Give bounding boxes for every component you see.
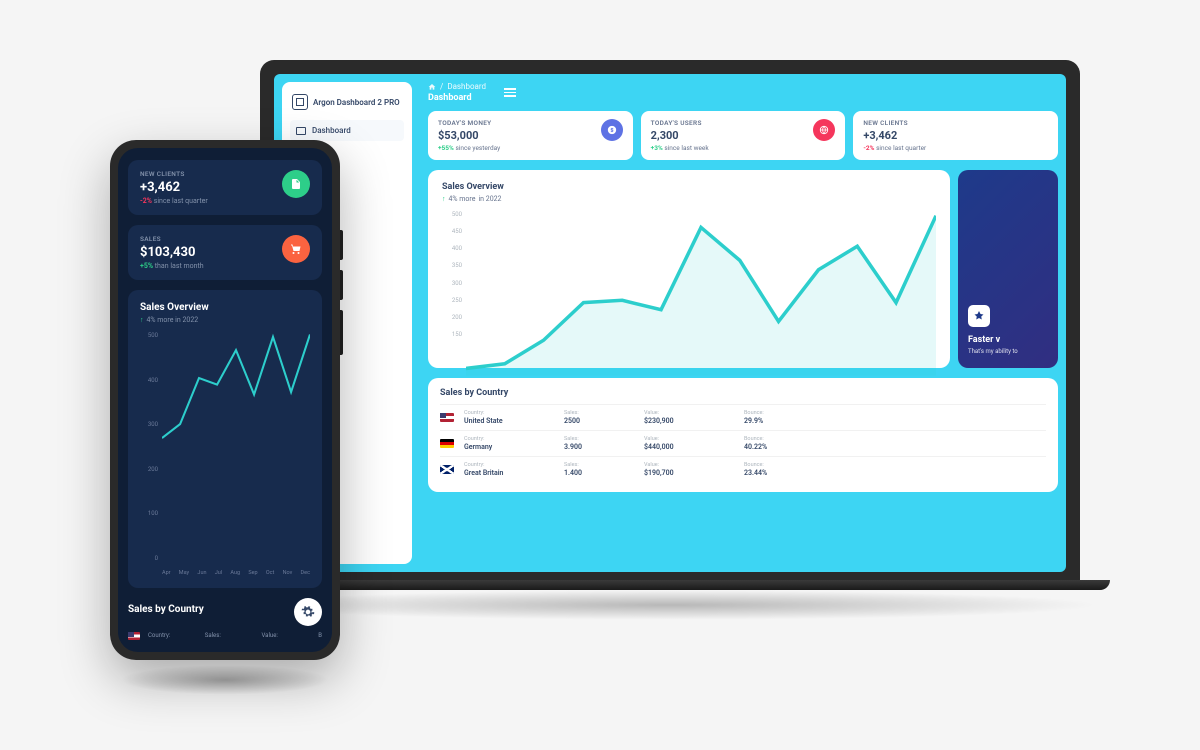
- stat-label: SALES: [140, 235, 204, 243]
- flag-icon-de: [440, 439, 454, 448]
- phone-body: NEW CLIENTS +3,462 -2% since last quarte…: [110, 140, 340, 660]
- y-axis-ticks: 500450400350300250200150: [442, 211, 462, 338]
- page-title: Dashboard: [428, 93, 486, 103]
- breadcrumb: / Dashboard Dashboard: [428, 82, 486, 103]
- rocket-icon: [968, 305, 990, 327]
- sales-by-country-table: Sales by Country Country:United State Sa…: [428, 378, 1058, 492]
- globe-icon: [813, 119, 835, 141]
- cart-icon: [282, 235, 310, 263]
- money-icon: [601, 119, 623, 141]
- stat-card-sales[interactable]: SALES $103,430 +5% than last month: [128, 225, 322, 280]
- table-header: Country: Sales: Value: B: [128, 626, 322, 640]
- stat-value: $53,000: [438, 129, 500, 142]
- promo-title: Faster v: [968, 335, 1048, 345]
- laptop-shadow: [240, 590, 1100, 620]
- stat-value: +3,462: [863, 129, 926, 142]
- promo-text: That's my ability to: [968, 348, 1048, 356]
- stat-label: TODAY'S USERS: [651, 119, 709, 127]
- brand-icon: [292, 94, 308, 110]
- menu-toggle-icon[interactable]: [504, 86, 516, 99]
- stat-card-clients[interactable]: NEW CLIENTS +3,462 -2% since last quarte…: [128, 160, 322, 215]
- table-title: Sales by Country: [128, 604, 204, 615]
- stat-label: TODAY'S MONEY: [438, 119, 500, 127]
- stat-sub: +5% than last month: [140, 262, 204, 270]
- stat-sub: -2% since last quarter: [863, 144, 926, 152]
- flag-icon-us: [128, 632, 140, 640]
- app-window: Argon Dashboard 2 PRO Dashboard / Dashbo…: [274, 74, 1066, 572]
- phone-mockup: NEW CLIENTS +3,462 -2% since last quarte…: [110, 140, 340, 695]
- stat-sub: +3% since last week: [651, 144, 709, 152]
- flag-icon-gb: [440, 465, 454, 474]
- stat-sub: +55% since yesterday: [438, 144, 500, 152]
- main-content: / Dashboard Dashboard TODAY'S MONEY $53,…: [420, 74, 1066, 572]
- promo-card[interactable]: Faster v That's my ability to: [958, 170, 1058, 368]
- laptop-screen: Argon Dashboard 2 PRO Dashboard / Dashbo…: [260, 60, 1080, 580]
- table-row[interactable]: Country:United State Sales:2500 Value:$2…: [440, 404, 1046, 430]
- chart-canvas: 5004003002001000 AprMayJunJulAugSepOctNo…: [140, 332, 310, 576]
- stat-card-money[interactable]: TODAY'S MONEY $53,000 +55% since yesterd…: [428, 111, 633, 160]
- stat-cards: TODAY'S MONEY $53,000 +55% since yesterd…: [420, 111, 1066, 170]
- chart-subtitle: ↑ 4% more in 2022: [442, 195, 936, 203]
- monitor-icon: [296, 127, 306, 135]
- topbar: / Dashboard Dashboard: [420, 82, 1066, 111]
- phone-shadow: [120, 665, 330, 695]
- sales-by-country-section: Sales by Country Country: Sales: Value: …: [128, 598, 322, 640]
- gear-icon: [301, 605, 315, 619]
- table-row[interactable]: Country:Great Britain Sales:1.400 Value:…: [440, 456, 1046, 482]
- stat-value: 2,300: [651, 129, 709, 142]
- arrow-up-icon: ↑: [442, 195, 446, 203]
- document-icon: [282, 170, 310, 198]
- panel-row: Sales Overview ↑ 4% more in 2022 5004504…: [420, 170, 1066, 378]
- chart-line: [466, 211, 936, 376]
- sales-overview-chart: Sales Overview ↑ 4% more in 2022 5004003…: [128, 290, 322, 588]
- stat-value: $103,430: [140, 245, 204, 260]
- sales-overview-chart: Sales Overview ↑ 4% more in 2022 5004504…: [428, 170, 950, 368]
- laptop-mockup: Argon Dashboard 2 PRO Dashboard / Dashbo…: [260, 60, 1080, 620]
- sidebar-item-label: Dashboard: [312, 126, 351, 135]
- stat-label: NEW CLIENTS: [140, 170, 208, 178]
- stat-card-users[interactable]: TODAY'S USERS 2,300 +3% since last week: [641, 111, 846, 160]
- phone-button: [340, 230, 343, 260]
- breadcrumb-path: / Dashboard: [428, 82, 486, 91]
- chart-canvas: 500450400350300250200150: [442, 211, 936, 356]
- brand[interactable]: Argon Dashboard 2 PRO: [290, 90, 404, 120]
- chart-line: [162, 332, 310, 447]
- stat-value: +3,462: [140, 180, 208, 195]
- table-row[interactable]: Country:Germany Sales:3.900 Value:$440,0…: [440, 430, 1046, 456]
- table-title: Sales by Country: [440, 388, 1046, 398]
- stat-sub: -2% since last quarter: [140, 197, 208, 205]
- brand-text: Argon Dashboard 2 PRO: [313, 98, 400, 107]
- home-icon: [428, 83, 436, 91]
- laptop-base: [230, 580, 1110, 590]
- chart-subtitle: ↑ 4% more in 2022: [140, 316, 310, 324]
- chart-title: Sales Overview: [442, 182, 936, 192]
- phone-button: [340, 270, 343, 300]
- x-axis-ticks: AprMayJunJulAugSepOctNovDec: [162, 570, 310, 576]
- phone-button: [340, 310, 343, 355]
- phone-screen: NEW CLIENTS +3,462 -2% since last quarte…: [118, 148, 332, 652]
- chart-title: Sales Overview: [140, 302, 310, 313]
- flag-icon-us: [440, 413, 454, 422]
- y-axis-ticks: 5004003002001000: [140, 332, 158, 562]
- stat-card-clients[interactable]: NEW CLIENTS +3,462 -2% since last quarte…: [853, 111, 1058, 160]
- stat-label: NEW CLIENTS: [863, 119, 926, 127]
- arrow-up-icon: ↑: [140, 316, 144, 324]
- settings-button[interactable]: [294, 598, 322, 626]
- sidebar-item-dashboard[interactable]: Dashboard: [290, 120, 404, 141]
